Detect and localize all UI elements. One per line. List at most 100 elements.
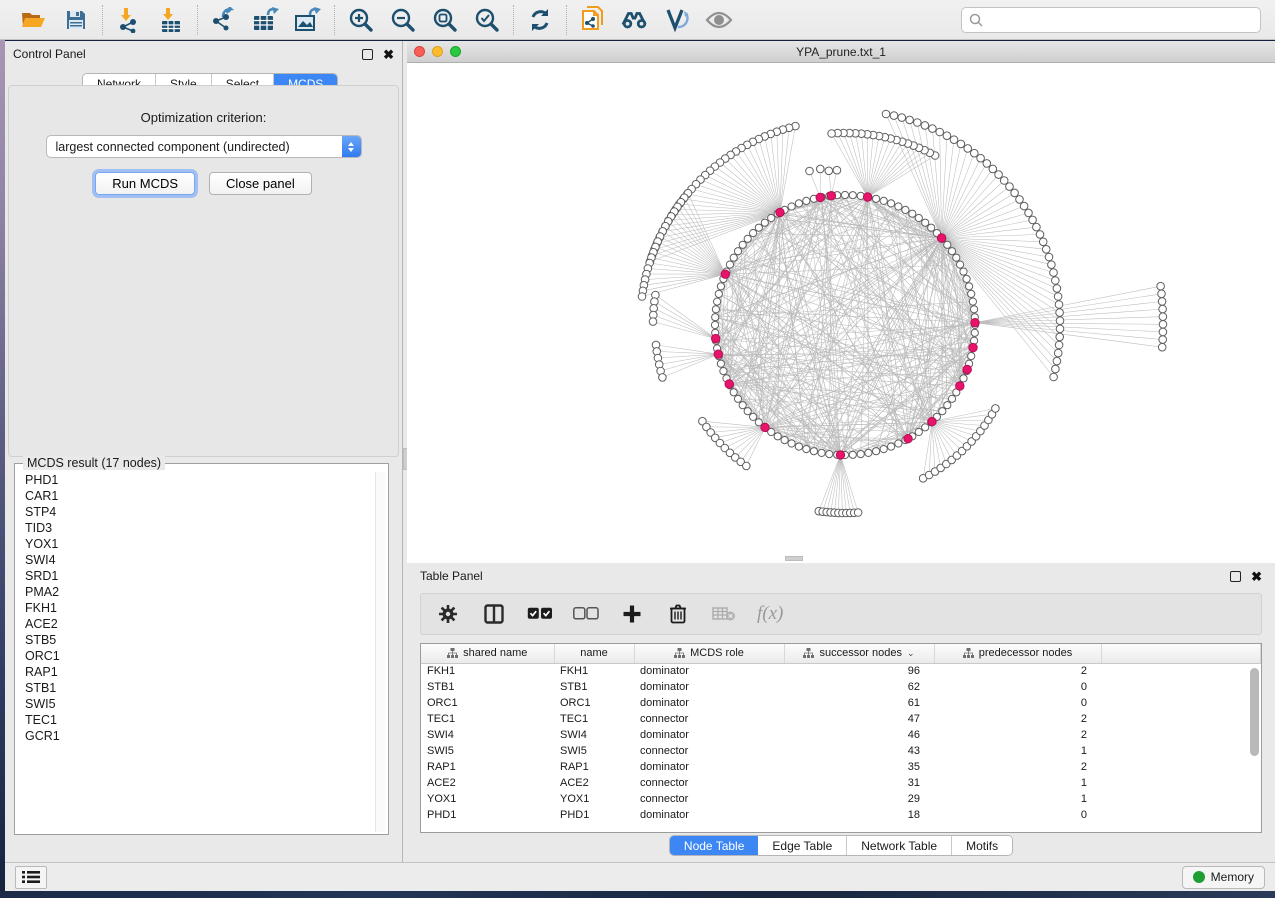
cell-shared_name[interactable]: TEC1 bbox=[421, 711, 554, 727]
cell-predecessors[interactable]: 2 bbox=[934, 711, 1101, 727]
cell-successors[interactable]: 47 bbox=[784, 711, 934, 727]
cell-predecessors[interactable]: 2 bbox=[934, 759, 1101, 775]
share-network-icon[interactable] bbox=[579, 6, 607, 34]
export-table-icon[interactable] bbox=[252, 6, 280, 34]
table-row[interactable]: SWI4SWI4dominator462 bbox=[421, 727, 1261, 743]
mcds-result-item[interactable]: STP4 bbox=[17, 504, 386, 520]
mcds-result-item[interactable]: GCR1 bbox=[17, 728, 386, 744]
cell-shared_name[interactable]: ORC1 bbox=[421, 695, 554, 711]
mcds-result-item[interactable]: TEC1 bbox=[17, 712, 386, 728]
float-window-icon[interactable] bbox=[362, 49, 373, 60]
refresh-layout-icon[interactable] bbox=[526, 6, 554, 34]
cell-shared_name[interactable]: YOX1 bbox=[421, 791, 554, 807]
mcds-result-item[interactable]: PHD1 bbox=[17, 472, 386, 488]
table-row[interactable]: FKH1FKH1dominator962 bbox=[421, 663, 1261, 679]
column-header-name[interactable]: name bbox=[554, 644, 634, 663]
mcds-result-item[interactable]: YOX1 bbox=[17, 536, 386, 552]
gear-icon[interactable] bbox=[435, 601, 461, 627]
cell-name[interactable]: YOX1 bbox=[554, 791, 634, 807]
import-table-icon[interactable] bbox=[157, 6, 185, 34]
cell-role[interactable]: connector bbox=[634, 743, 784, 759]
table-row[interactable]: STB1STB1dominator620 bbox=[421, 679, 1261, 695]
memory-button[interactable]: Memory bbox=[1182, 866, 1265, 889]
tab-network-table[interactable]: Network Table bbox=[847, 836, 952, 855]
cell-role[interactable]: dominator bbox=[634, 727, 784, 743]
tab-edge-table[interactable]: Edge Table bbox=[758, 836, 847, 855]
save-session-icon[interactable] bbox=[62, 6, 90, 34]
cell-role[interactable]: dominator bbox=[634, 807, 784, 823]
mcds-result-item[interactable]: TID3 bbox=[17, 520, 386, 536]
cell-predecessors[interactable]: 0 bbox=[934, 679, 1101, 695]
column-header-successor-nodes[interactable]: successor nodes⌄ bbox=[784, 644, 934, 663]
cell-role[interactable]: connector bbox=[634, 775, 784, 791]
table-row[interactable]: RAP1RAP1dominator352 bbox=[421, 759, 1261, 775]
splitter-handle[interactable] bbox=[785, 556, 803, 561]
cell-predecessors[interactable]: 2 bbox=[934, 727, 1101, 743]
eye-icon[interactable] bbox=[705, 6, 733, 34]
network-titlebar[interactable]: YPA_prune.txt_1 bbox=[407, 41, 1275, 63]
export-image-icon[interactable] bbox=[294, 6, 322, 34]
cell-shared_name[interactable]: SWI4 bbox=[421, 727, 554, 743]
close-icon[interactable]: ✖ bbox=[383, 48, 394, 61]
cell-name[interactable]: STB1 bbox=[554, 679, 634, 695]
table-row[interactable]: ACE2ACE2connector311 bbox=[421, 775, 1261, 791]
mcds-result-item[interactable]: RAP1 bbox=[17, 664, 386, 680]
cell-predecessors[interactable]: 1 bbox=[934, 775, 1101, 791]
cell-successors[interactable]: 31 bbox=[784, 775, 934, 791]
cell-role[interactable]: connector bbox=[634, 791, 784, 807]
cell-role[interactable]: dominator bbox=[634, 679, 784, 695]
mcds-result-item[interactable]: ORC1 bbox=[17, 648, 386, 664]
table-row[interactable]: PHD1PHD1dominator180 bbox=[421, 807, 1261, 823]
cell-shared_name[interactable]: RAP1 bbox=[421, 759, 554, 775]
columns-icon[interactable] bbox=[481, 601, 507, 627]
table-row[interactable]: SWI5SWI5connector431 bbox=[421, 743, 1261, 759]
cell-predecessors[interactable]: 2 bbox=[934, 663, 1101, 679]
cell-shared_name[interactable]: ACE2 bbox=[421, 775, 554, 791]
table-scrollbar[interactable] bbox=[1250, 668, 1259, 808]
delete-icon[interactable] bbox=[665, 601, 691, 627]
mcds-result-item[interactable]: SWI4 bbox=[17, 552, 386, 568]
vizmapper-icon[interactable] bbox=[663, 6, 691, 34]
column-header-predecessor-nodes[interactable]: predecessor nodes bbox=[934, 644, 1101, 663]
table-row[interactable]: ORC1ORC1dominator610 bbox=[421, 695, 1261, 711]
cell-name[interactable]: FKH1 bbox=[554, 663, 634, 679]
cell-role[interactable]: dominator bbox=[634, 759, 784, 775]
run-mcds-button[interactable]: Run MCDS bbox=[95, 172, 195, 195]
network-canvas[interactable] bbox=[407, 63, 1275, 562]
tab-node-table[interactable]: Node Table bbox=[670, 836, 759, 855]
mcds-result-item[interactable]: SRD1 bbox=[17, 568, 386, 584]
export-network-icon[interactable] bbox=[210, 6, 238, 34]
mcds-result-item[interactable]: CAR1 bbox=[17, 488, 386, 504]
cell-shared_name[interactable]: PHD1 bbox=[421, 807, 554, 823]
cell-name[interactable]: ORC1 bbox=[554, 695, 634, 711]
cell-role[interactable]: connector bbox=[634, 711, 784, 727]
table-row[interactable]: TEC1TEC1connector472 bbox=[421, 711, 1261, 727]
close-icon[interactable]: ✖ bbox=[1251, 570, 1262, 583]
cell-successors[interactable]: 46 bbox=[784, 727, 934, 743]
mcds-result-item[interactable]: STB5 bbox=[17, 632, 386, 648]
open-file-icon[interactable] bbox=[20, 6, 48, 34]
search-input[interactable] bbox=[961, 7, 1261, 33]
add-icon[interactable] bbox=[619, 601, 645, 627]
mcds-result-item[interactable]: STB1 bbox=[17, 680, 386, 696]
column-header-shared-name[interactable]: shared name bbox=[421, 644, 554, 663]
cell-successors[interactable]: 43 bbox=[784, 743, 934, 759]
zoom-in-icon[interactable] bbox=[347, 6, 375, 34]
cell-predecessors[interactable]: 1 bbox=[934, 791, 1101, 807]
cell-shared_name[interactable]: STB1 bbox=[421, 679, 554, 695]
cell-shared_name[interactable]: FKH1 bbox=[421, 663, 554, 679]
cell-successors[interactable]: 29 bbox=[784, 791, 934, 807]
tab-motifs[interactable]: Motifs bbox=[952, 836, 1012, 855]
column-header-MCDS-role[interactable]: MCDS role bbox=[634, 644, 784, 663]
mcds-result-item[interactable]: SWI5 bbox=[17, 696, 386, 712]
zoom-out-icon[interactable] bbox=[389, 6, 417, 34]
cell-role[interactable]: dominator bbox=[634, 663, 784, 679]
cell-predecessors[interactable]: 0 bbox=[934, 807, 1101, 823]
close-panel-button[interactable]: Close panel bbox=[209, 172, 312, 195]
cell-name[interactable]: SWI5 bbox=[554, 743, 634, 759]
task-history-button[interactable] bbox=[15, 866, 47, 889]
import-network-icon[interactable] bbox=[115, 6, 143, 34]
mcds-list-scrollbar[interactable] bbox=[375, 472, 386, 832]
cell-successors[interactable]: 35 bbox=[784, 759, 934, 775]
select-all-icon[interactable] bbox=[527, 601, 553, 627]
